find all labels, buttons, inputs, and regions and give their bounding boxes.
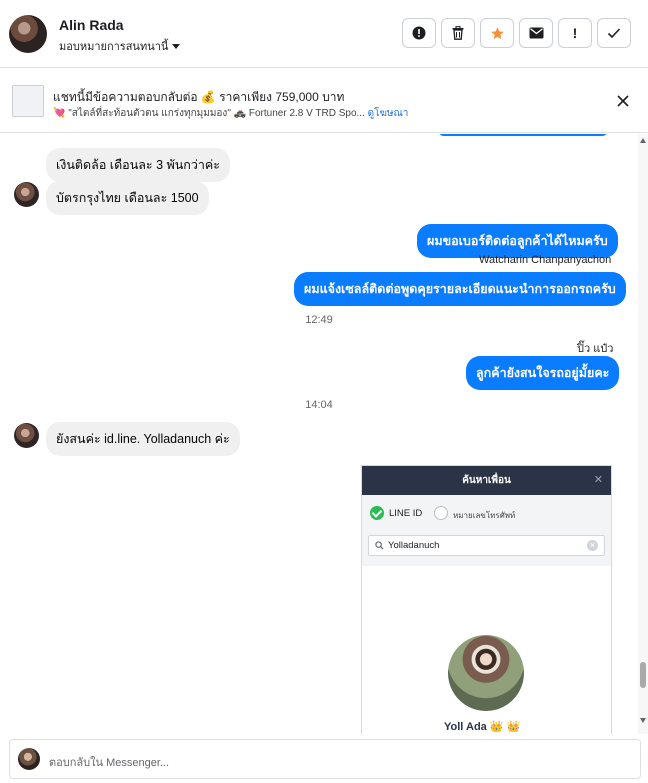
message-bubble-incoming: ยังสนค่ะ id.line. Yolladanuch ค่ะ	[46, 422, 240, 456]
report-button[interactable]	[402, 18, 436, 48]
image-search-panel: LINE ID หมายเลขโทรศัพท์ Yolladanuch ✕	[362, 495, 611, 566]
avatar	[14, 423, 39, 448]
radio-checked-icon	[370, 506, 384, 520]
search-icon	[375, 541, 384, 550]
timestamp: 14:04	[305, 399, 333, 411]
image-option-line-id: LINE ID	[389, 508, 423, 519]
envelope-icon	[529, 27, 543, 39]
ad-thumbnail[interactable]	[12, 85, 44, 117]
caret-down-icon	[172, 43, 181, 49]
view-ad-link[interactable]: ดูโฆษณา	[368, 108, 409, 119]
image-search-box: Yolladanuch ✕	[368, 535, 605, 556]
message-bubble-outgoing: ผมขอเบอร์ติดต่อลูกค้าได้ไหมครับ	[417, 224, 618, 258]
radio-unchecked-icon	[434, 506, 448, 520]
avatar[interactable]	[9, 15, 47, 53]
reply-composer[interactable]: ตอบกลับใน Messenger...	[9, 739, 641, 779]
conversation-header: Alin Rada มอบหมายการสนทนานี้ !	[0, 0, 648, 68]
image-option-phone: หมายเลขโทรศัพท์	[453, 511, 516, 520]
alert-circle-icon	[412, 26, 426, 40]
image-header: ค้นหาเพื่อน ✕	[362, 466, 611, 495]
reply-input-placeholder[interactable]: ตอบกลับใน Messenger...	[49, 753, 169, 771]
image-title: ค้นหาเพื่อน	[462, 475, 511, 486]
scroll-down-icon[interactable]	[640, 718, 646, 723]
image-search-value: Yolladanuch	[388, 540, 440, 551]
profile-photo	[448, 635, 524, 711]
sender-name: ปิ๊ว แป๋ว	[577, 343, 614, 355]
ad-subtitle-text: 💘 "สไตล์ที่สะท้อนตัวตน แกร่งทุกมุมมอง" 🚓…	[53, 108, 365, 119]
close-icon: ✕	[593, 474, 603, 486]
clear-icon: ✕	[587, 540, 598, 551]
contact-name[interactable]: Alin Rada	[59, 17, 124, 33]
assign-label: มอบหมายการสนทนานี้	[59, 41, 169, 53]
avatar	[14, 182, 39, 207]
message-thread[interactable]: เงินติดล้อ เดือนละ 3 พันกว่าค่ะ บัตรกรุง…	[0, 134, 638, 734]
priority-button[interactable]: !	[558, 18, 592, 48]
assign-conversation-dropdown[interactable]: มอบหมายการสนทนานี้	[59, 37, 181, 55]
message-bubble-incoming: บัตรกรุงไทย เดือนละ 1500	[46, 181, 209, 215]
scrollbar[interactable]	[638, 134, 648, 734]
message-bubble-incoming: เงินติดล้อ เดือนละ 3 พันกว่าค่ะ	[46, 148, 230, 182]
image-profile-name: Yoll Ada 👑 👑	[444, 721, 521, 733]
star-button[interactable]	[480, 18, 514, 48]
star-icon	[490, 26, 504, 39]
timestamp: 12:49	[305, 314, 333, 326]
header-actions: !	[402, 18, 631, 48]
close-icon[interactable]	[615, 93, 631, 109]
scrollbar-thumb[interactable]	[640, 662, 646, 688]
avatar	[18, 748, 40, 770]
mark-unread-button[interactable]	[519, 18, 553, 48]
attached-image[interactable]: ค้นหาเพื่อน ✕ LINE ID หมายเลขโทรศัพท์ Yo…	[361, 465, 612, 734]
scroll-up-icon[interactable]	[640, 138, 646, 143]
sender-name: Watcharin Chanpanyachon	[479, 254, 612, 266]
delete-button[interactable]	[441, 18, 475, 48]
exclamation-icon: !	[572, 25, 578, 41]
ad-title: แชทนี้มีข้อความตอบกลับต่อ 💰 ราคาเพียง 75…	[53, 90, 345, 104]
message-bubble-outgoing	[438, 134, 608, 136]
done-button[interactable]	[597, 18, 631, 48]
ad-subtitle: 💘 "สไตล์ที่สะท้อนตัวตน แกร่งทุกมุมมอง" 🚓…	[53, 106, 408, 121]
trash-icon	[452, 26, 464, 40]
message-bubble-outgoing: ผมแจ้งเซลล์ติดต่อพูดคุยรายละเอียดแนะนำกา…	[294, 272, 626, 306]
check-icon	[607, 28, 621, 39]
message-bubble-outgoing: ลูกค้ายังสนใจรถอยู่มั้ยคะ	[466, 356, 620, 390]
